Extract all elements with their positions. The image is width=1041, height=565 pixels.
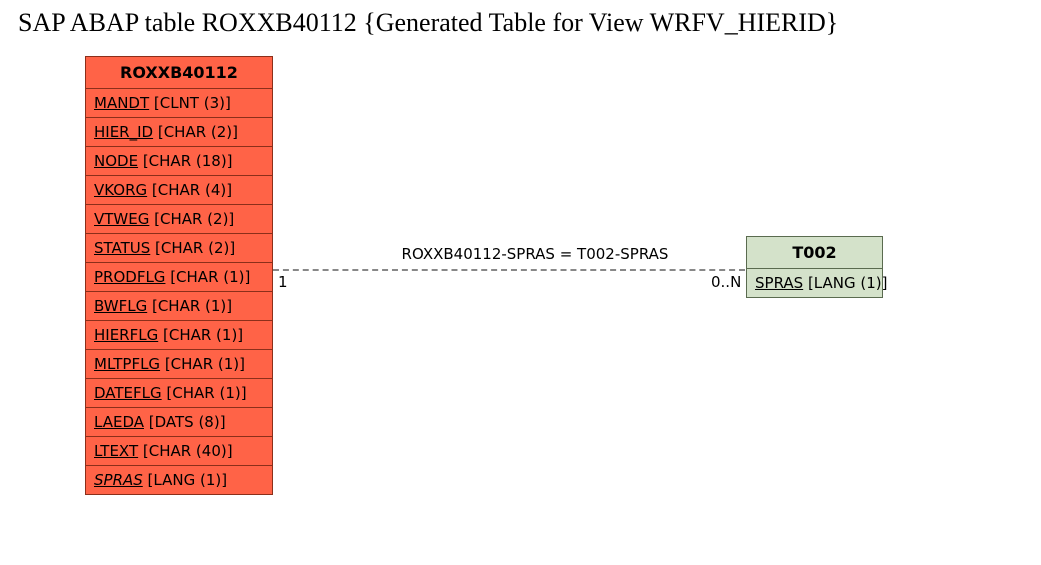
field-name: DATEFLG bbox=[94, 384, 162, 402]
entity-field-row: STATUS [CHAR (2)] bbox=[86, 234, 272, 263]
entity-field-row: MLTPFLG [CHAR (1)] bbox=[86, 350, 272, 379]
entity-field-row: MANDT [CLNT (3)] bbox=[86, 89, 272, 118]
field-name: PRODFLG bbox=[94, 268, 165, 286]
field-type: [DATS (8)] bbox=[144, 413, 226, 431]
entity-field-row: SPRAS [LANG (1)] bbox=[86, 466, 272, 494]
field-name: HIERFLG bbox=[94, 326, 158, 344]
entity-field-row: LTEXT [CHAR (40)] bbox=[86, 437, 272, 466]
field-name: STATUS bbox=[94, 239, 150, 257]
field-type: [CLNT (3)] bbox=[149, 94, 231, 112]
field-type: [CHAR (1)] bbox=[162, 384, 247, 402]
field-name: HIER_ID bbox=[94, 123, 153, 141]
field-type: [CHAR (18)] bbox=[138, 152, 232, 170]
cardinality-left: 1 bbox=[278, 273, 288, 291]
entity-t002: T002 SPRAS [LANG (1)] bbox=[746, 236, 883, 298]
field-name: LTEXT bbox=[94, 442, 138, 460]
field-type: [CHAR (2)] bbox=[150, 239, 235, 257]
field-type: [CHAR (1)] bbox=[158, 326, 243, 344]
field-name: SPRAS bbox=[755, 274, 803, 292]
entity-field-row: HIER_ID [CHAR (2)] bbox=[86, 118, 272, 147]
field-name: MANDT bbox=[94, 94, 149, 112]
entity-field-row: VTWEG [CHAR (2)] bbox=[86, 205, 272, 234]
cardinality-right: 0..N bbox=[711, 273, 741, 291]
entity-field-row: LAEDA [DATS (8)] bbox=[86, 408, 272, 437]
entity-field-row: BWFLG [CHAR (1)] bbox=[86, 292, 272, 321]
entity-field-row: PRODFLG [CHAR (1)] bbox=[86, 263, 272, 292]
entity-field-row: HIERFLG [CHAR (1)] bbox=[86, 321, 272, 350]
field-name: LAEDA bbox=[94, 413, 144, 431]
entity-field-row: NODE [CHAR (18)] bbox=[86, 147, 272, 176]
relation-label: ROXXB40112-SPRAS = T002-SPRAS bbox=[350, 245, 720, 263]
field-type: [CHAR (1)] bbox=[160, 355, 245, 373]
field-name: BWFLG bbox=[94, 297, 147, 315]
field-type: [CHAR (4)] bbox=[147, 181, 232, 199]
entity-field-row: SPRAS [LANG (1)] bbox=[747, 269, 882, 297]
field-type: [CHAR (1)] bbox=[147, 297, 232, 315]
field-type: [CHAR (40)] bbox=[138, 442, 232, 460]
entity-roxxb40112: ROXXB40112 MANDT [CLNT (3)]HIER_ID [CHAR… bbox=[85, 56, 273, 495]
field-name: VKORG bbox=[94, 181, 147, 199]
field-type: [CHAR (2)] bbox=[149, 210, 234, 228]
field-name: NODE bbox=[94, 152, 138, 170]
entity-header: ROXXB40112 bbox=[86, 57, 272, 89]
field-type: [CHAR (1)] bbox=[165, 268, 250, 286]
entity-field-row: VKORG [CHAR (4)] bbox=[86, 176, 272, 205]
page-title: SAP ABAP table ROXXB40112 {Generated Tab… bbox=[18, 8, 838, 38]
field-type: [LANG (1)] bbox=[803, 274, 887, 292]
field-type: [CHAR (2)] bbox=[153, 123, 238, 141]
field-name: SPRAS bbox=[94, 471, 143, 489]
field-type: [LANG (1)] bbox=[143, 471, 227, 489]
field-name: MLTPFLG bbox=[94, 355, 160, 373]
field-name: VTWEG bbox=[94, 210, 149, 228]
relation-line bbox=[273, 269, 745, 271]
entity-header: T002 bbox=[747, 237, 882, 269]
entity-field-row: DATEFLG [CHAR (1)] bbox=[86, 379, 272, 408]
er-diagram: ROXXB40112 MANDT [CLNT (3)]HIER_ID [CHAR… bbox=[0, 50, 1041, 565]
